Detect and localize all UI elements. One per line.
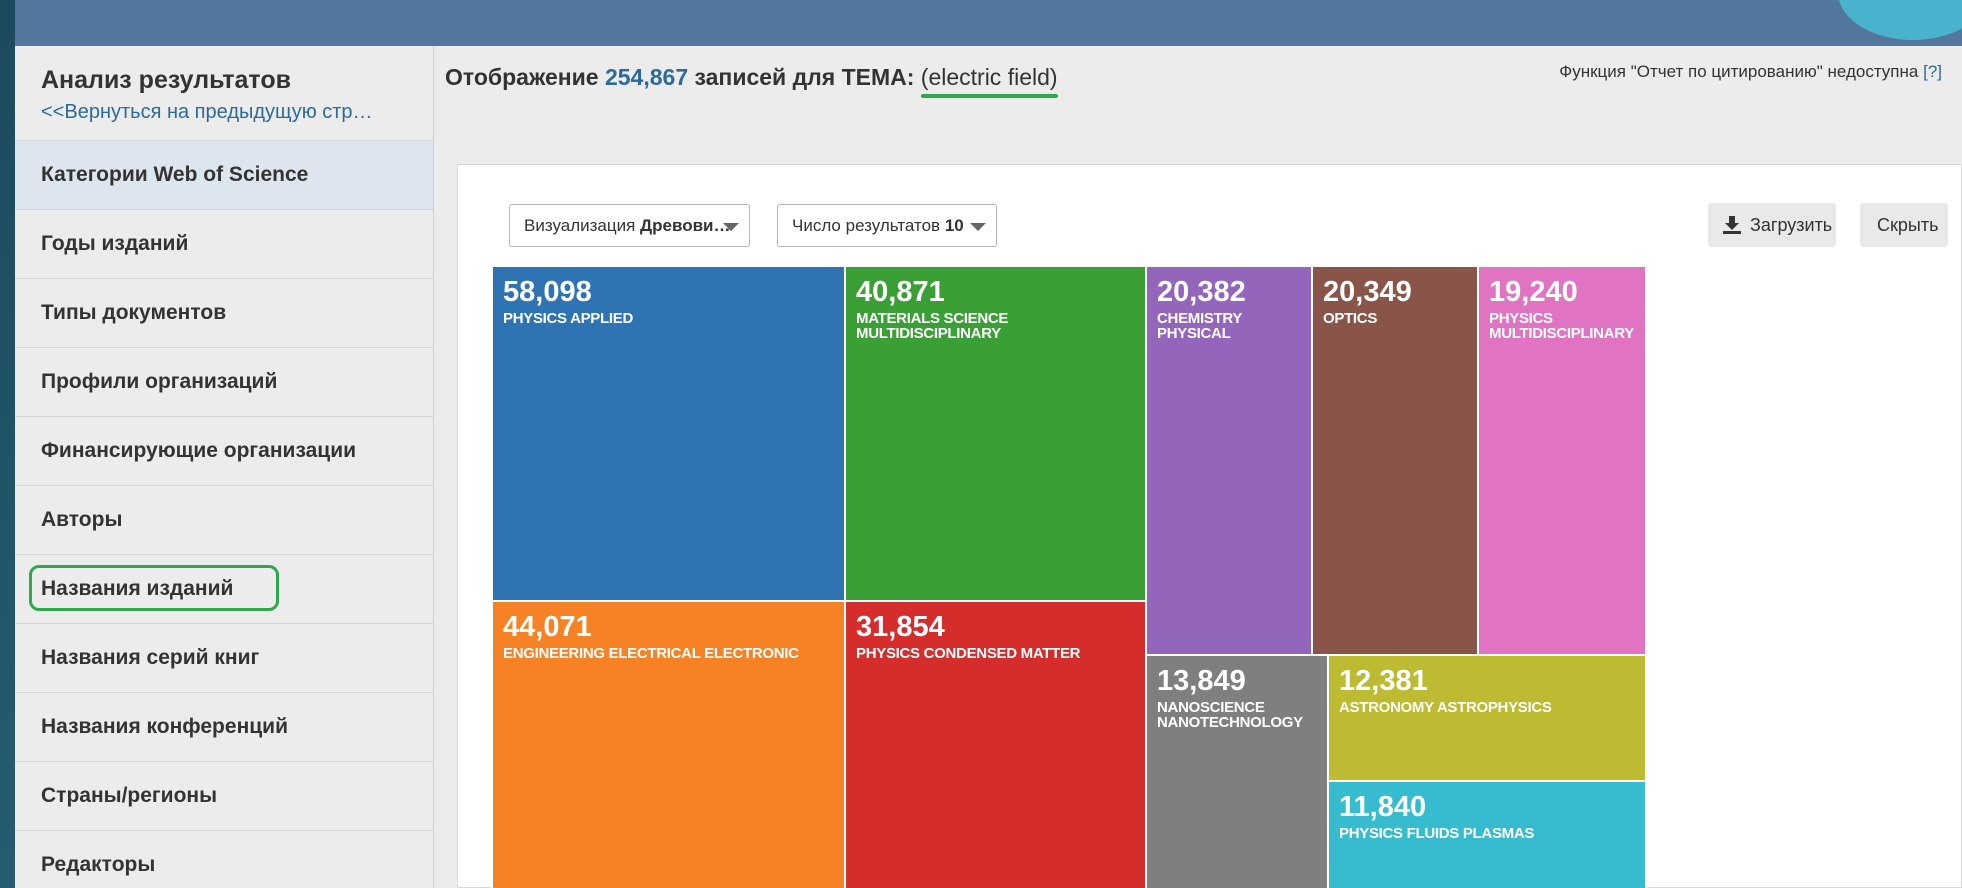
analysis-sidebar: Анализ результатов <<Вернуться на предыд… xyxy=(15,46,433,888)
hide-label: Скрыть xyxy=(1877,215,1939,235)
summary-middle: записей для ТЕМА: xyxy=(694,64,915,90)
sidebar-item-label: Категории Web of Science xyxy=(41,163,309,186)
sidebar-item-label: Редакторы xyxy=(41,853,156,876)
sidebar-item-countries[interactable]: Страны/регионы xyxy=(15,761,433,830)
treemap-tile-physics-applied[interactable]: 58,098 PHYSICS APPLIED xyxy=(491,265,846,602)
treemap-tile-nanoscience[interactable]: 13,849 NANOSCIENCE NANOTECHNOLOGY xyxy=(1145,654,1329,888)
category-treemap: 58,098 PHYSICS APPLIED 40,871 MATERIALS … xyxy=(491,265,1947,888)
treemap-tile-condensed-matter[interactable]: 31,854 PHYSICS CONDENSED MATTER xyxy=(844,600,1147,888)
results-value: 10 xyxy=(944,216,964,235)
help-link[interactable]: [?] xyxy=(1923,62,1942,81)
sidebar-item-publication-years[interactable]: Годы изданий xyxy=(15,209,433,278)
tile-value: 40,871 xyxy=(856,276,945,308)
sidebar-item-source-titles[interactable]: Названия изданий xyxy=(15,554,433,623)
tile-value: 20,382 xyxy=(1157,276,1246,308)
tile-value: 44,071 xyxy=(503,611,592,643)
citation-note-text: Функция "Отчет по цитированию" недоступн… xyxy=(1559,62,1919,81)
treemap-tile-optics[interactable]: 20,349 OPTICS xyxy=(1311,265,1479,656)
treemap-tile-fluids-plasmas[interactable]: 11,840 PHYSICS FLUIDS PLASMAS xyxy=(1327,780,1647,888)
results-summary: Отображение 254,867 записей для ТЕМА: (e… xyxy=(445,64,1058,98)
download-label: Загрузить xyxy=(1750,215,1833,235)
tile-name: ENGINEERING ELECTRICAL ELECTRONIC xyxy=(503,645,799,662)
visualization-dropdown[interactable]: Визуализация Древови… xyxy=(509,204,750,247)
summary-prefix: Отображение xyxy=(445,64,599,90)
tile-name: OPTICS xyxy=(1323,310,1378,327)
back-link[interactable]: <<Вернуться на предыдущую стр… xyxy=(41,101,431,124)
visualization-prefix: Визуализация xyxy=(524,216,636,235)
sidebar-item-label: Названия серий книг xyxy=(41,646,260,669)
sidebar-title: Анализ результатов xyxy=(41,66,291,94)
query-underline xyxy=(920,94,1058,98)
treemap-tile-astronomy[interactable]: 12,381 ASTRONOMY ASTROPHYSICS xyxy=(1327,654,1647,782)
results-count-dropdown[interactable]: Число результатов 10 xyxy=(777,204,997,247)
tile-name: PHYSICS FLUIDS PLASMAS xyxy=(1339,825,1535,842)
sidebar-item-label: Профили организаций xyxy=(41,370,278,393)
sidebar-item-label: Авторы xyxy=(41,508,123,531)
tile-value: 31,854 xyxy=(856,611,945,643)
results-header: Отображение 254,867 записей для ТЕМА: (e… xyxy=(435,46,1962,140)
hide-button[interactable]: Скрыть xyxy=(1860,203,1948,247)
results-count: 254,867 xyxy=(604,64,689,90)
sidebar-item-funding-agencies[interactable]: Финансирующие организации xyxy=(15,416,433,485)
sidebar-header: Анализ результатов <<Вернуться на предыд… xyxy=(15,46,433,140)
sidebar-item-label: Годы изданий xyxy=(41,232,189,255)
sidebar-item-conferences[interactable]: Названия конференций xyxy=(15,692,433,761)
sidebar-item-authors[interactable]: Авторы xyxy=(15,485,433,554)
chevron-down-icon xyxy=(723,223,739,231)
tile-value: 12,381 xyxy=(1339,665,1428,697)
visualization-dropdown-text: Визуализация Древови… xyxy=(524,216,731,236)
sidebar-item-book-series[interactable]: Названия серий книг xyxy=(15,623,433,692)
treemap-tile-chemistry-physical[interactable]: 20,382 CHEMISTRY PHYSICAL xyxy=(1145,265,1313,656)
tile-value: 11,840 xyxy=(1339,791,1427,823)
download-button[interactable]: Загрузить xyxy=(1708,203,1836,247)
tile-value: 20,349 xyxy=(1323,276,1412,308)
top-band xyxy=(15,0,1962,46)
search-query-text: (electric field) xyxy=(920,64,1058,90)
treemap-tile-physics-multidisciplinary[interactable]: 19,240 PHYSICS MULTIDISCIPLINARY xyxy=(1477,265,1647,656)
tile-name: NANOSCIENCE NANOTECHNOLOGY xyxy=(1157,699,1303,731)
sidebar-item-label: Страны/регионы xyxy=(41,784,218,807)
chevron-down-icon xyxy=(970,223,986,231)
tile-name: ASTRONOMY ASTROPHYSICS xyxy=(1339,699,1552,716)
search-query: (electric field) xyxy=(920,64,1058,98)
sidebar-divider xyxy=(433,46,434,888)
sidebar-item-editors[interactable]: Редакторы xyxy=(15,830,433,888)
sidebar-item-label: Финансирующие организации xyxy=(41,439,357,462)
visualization-value: Древови… xyxy=(640,216,731,235)
sidebar-item-label: Названия конференций xyxy=(41,715,288,738)
sidebar-item-label: Названия изданий xyxy=(41,577,234,600)
sidebar-item-wos-categories[interactable]: Категории Web of Science xyxy=(15,140,433,209)
treemap-tile-engineering-electrical[interactable]: 44,071 ENGINEERING ELECTRICAL ELECTRONIC xyxy=(491,600,846,888)
sidebar-item-organizations[interactable]: Профили организаций xyxy=(15,347,433,416)
sidebar-item-document-types[interactable]: Типы документов xyxy=(15,278,433,347)
tile-value: 19,240 xyxy=(1489,276,1578,308)
tile-name: MATERIALS SCIENCE MULTIDISCIPLINARY xyxy=(856,310,1009,342)
results-prefix: Число результатов xyxy=(792,216,941,235)
sidebar-item-label: Типы документов xyxy=(41,301,227,324)
tile-name: PHYSICS MULTIDISCIPLINARY xyxy=(1489,310,1634,342)
tile-name: CHEMISTRY PHYSICAL xyxy=(1157,310,1242,342)
download-icon xyxy=(1723,216,1741,234)
tile-value: 58,098 xyxy=(503,276,592,308)
tile-name: PHYSICS CONDENSED MATTER xyxy=(856,645,1081,662)
tile-value: 13,849 xyxy=(1157,665,1246,697)
results-dropdown-text: Число результатов 10 xyxy=(792,216,964,236)
treemap-tile-materials-science[interactable]: 40,871 MATERIALS SCIENCE MULTIDISCIPLINA… xyxy=(844,265,1147,602)
citation-report-note: Функция "Отчет по цитированию" недоступн… xyxy=(1559,62,1942,82)
tile-name: PHYSICS APPLIED xyxy=(503,310,633,327)
